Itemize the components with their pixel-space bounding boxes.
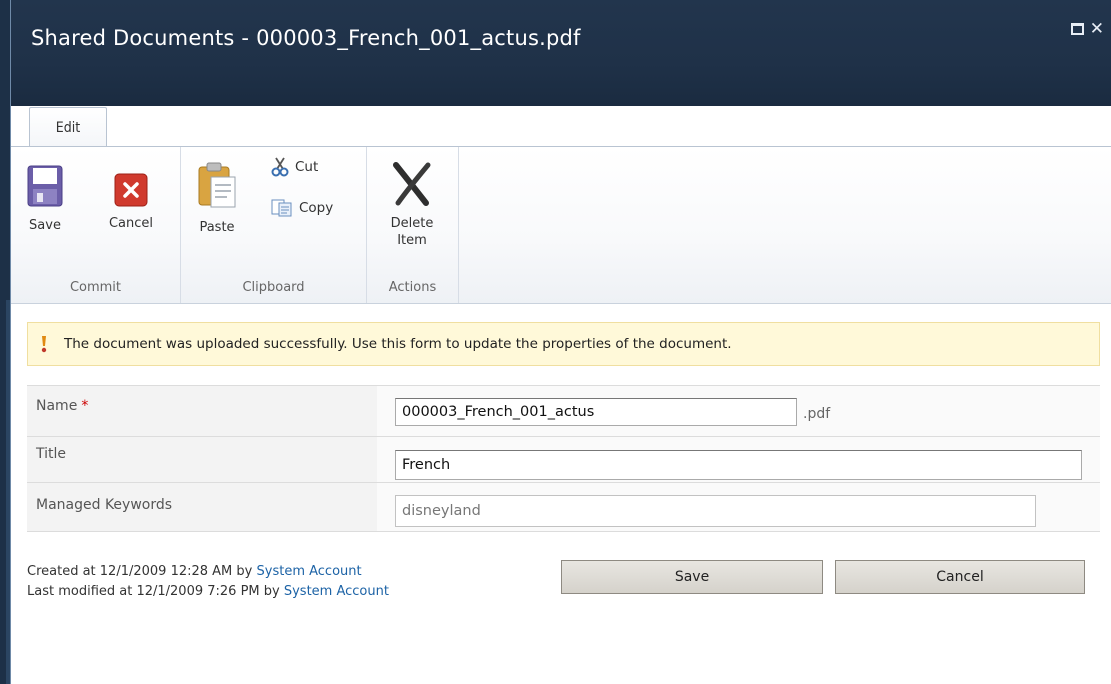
name-field-cell: .pdf <box>377 386 1100 436</box>
delete-label: Delete Item <box>381 215 443 249</box>
dialog-title-bar: Shared Documents - 000003_French_001_act… <box>11 0 1111 106</box>
modified-by-link[interactable]: System Account <box>284 584 389 599</box>
properties-form: Name* .pdf Title Managed Keywords <box>27 385 1100 532</box>
title-field-cell <box>377 437 1100 482</box>
status-message-bar: The document was uploaded successfully. … <box>27 322 1100 366</box>
scissors-icon <box>271 157 289 177</box>
copy-label: Copy <box>299 200 334 216</box>
form-row-title: Title <box>27 436 1100 482</box>
group-label-clipboard: Clipboard <box>242 280 305 295</box>
name-label-text: Name <box>36 398 78 414</box>
required-marker: * <box>81 398 89 414</box>
copy-icon <box>271 199 292 217</box>
ribbon-group-commit: Save Cancel Commit <box>11 147 181 303</box>
exclamation-icon <box>41 336 47 353</box>
maximize-icon[interactable] <box>1071 23 1084 35</box>
managed-keywords-input[interactable] <box>395 495 1036 527</box>
cut-button[interactable]: Cut <box>271 157 318 177</box>
name-input[interactable] <box>395 398 797 426</box>
file-extension: .pdf <box>803 406 831 422</box>
close-icon[interactable]: ✕ <box>1090 19 1104 39</box>
dialog-title: Shared Documents - 000003_French_001_act… <box>31 26 581 50</box>
modified-line: Last modified at 12/1/2009 7:26 PM by Sy… <box>27 582 389 602</box>
delete-icon <box>393 162 431 206</box>
group-label-actions: Actions <box>388 280 437 295</box>
ribbon-group-clipboard: Paste Cut Copy Clipboard <box>181 147 367 303</box>
form-row-name: Name* .pdf <box>27 385 1100 436</box>
delete-item-button[interactable]: Delete Item <box>381 155 443 249</box>
item-metadata: Created at 12/1/2009 12:28 AM by System … <box>27 562 389 602</box>
created-by-link[interactable]: System Account <box>257 564 362 579</box>
paste-button[interactable]: Paste <box>191 155 243 236</box>
copy-button[interactable]: Copy <box>271 199 333 217</box>
dialog: Shared Documents - 000003_French_001_act… <box>10 0 1111 684</box>
save-button[interactable]: Save <box>561 560 823 594</box>
tab-edit[interactable]: Edit <box>29 107 107 147</box>
delete-label-line1: Delete <box>390 216 434 231</box>
paste-label: Paste <box>199 220 235 235</box>
created-text: Created at 12/1/2009 12:28 AM by <box>27 564 253 579</box>
title-label: Title <box>27 437 377 482</box>
cancel-icon <box>114 173 148 207</box>
keywords-field-cell <box>377 483 1100 531</box>
ribbon-save-label: Save <box>29 218 61 233</box>
keywords-label: Managed Keywords <box>27 483 377 531</box>
title-input[interactable] <box>395 450 1082 480</box>
form-row-keywords: Managed Keywords <box>27 482 1100 532</box>
page-edge <box>0 0 10 684</box>
ribbon-cancel-button[interactable]: Cancel <box>99 155 163 232</box>
delete-label-line2: Item <box>397 233 427 248</box>
ribbon-save-button[interactable]: Save <box>21 155 69 234</box>
cancel-button[interactable]: Cancel <box>835 560 1085 594</box>
name-label: Name * <box>27 386 377 436</box>
ribbon: Save Cancel Commit Paste Cut Copy Clipbo… <box>11 146 1111 304</box>
status-message-text: The document was uploaded successfully. … <box>64 336 732 352</box>
cut-label: Cut <box>295 159 319 175</box>
created-line: Created at 12/1/2009 12:28 AM by System … <box>27 562 389 582</box>
ribbon-cancel-label: Cancel <box>108 216 154 231</box>
ribbon-group-actions: Delete Item Actions <box>367 147 459 303</box>
modified-text: Last modified at 12/1/2009 7:26 PM by <box>27 584 280 599</box>
paste-icon <box>198 162 236 208</box>
group-label-commit: Commit <box>69 280 122 295</box>
save-icon <box>27 165 63 207</box>
